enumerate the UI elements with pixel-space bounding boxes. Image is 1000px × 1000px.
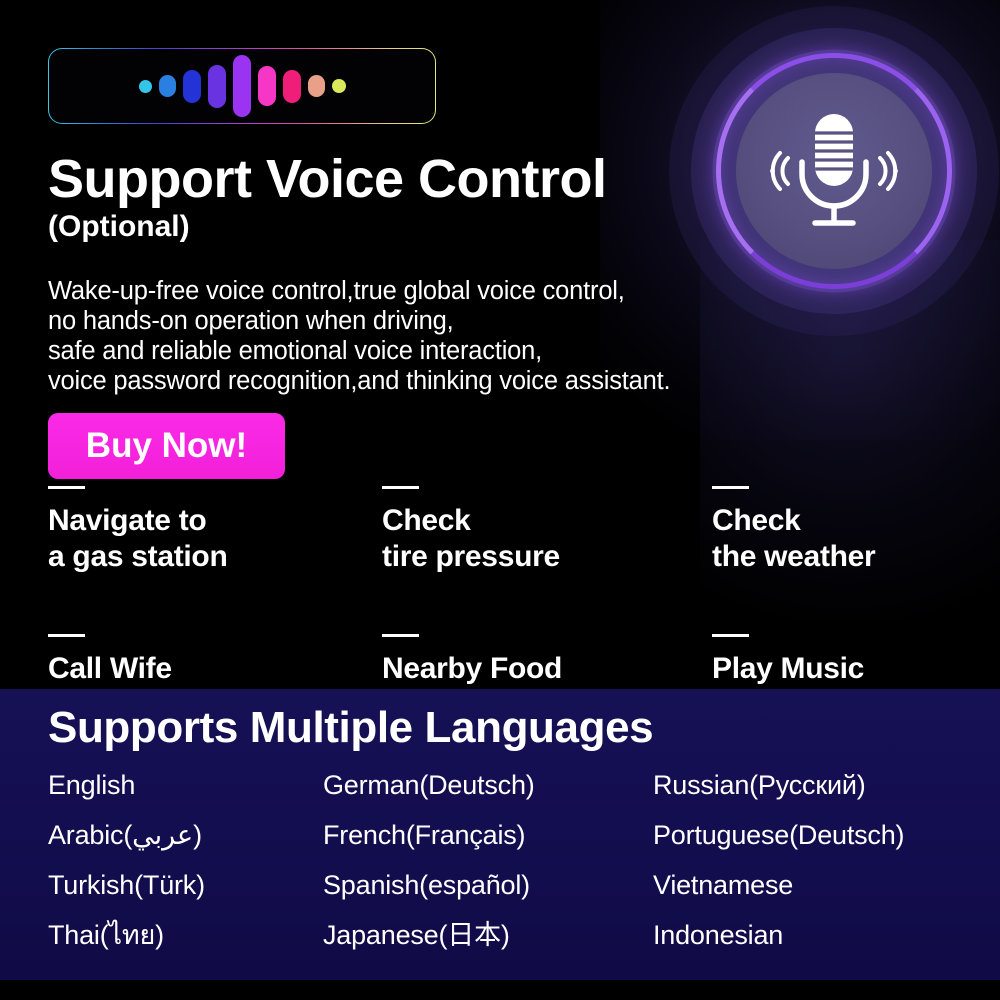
waveform-bar-2 (158, 75, 176, 97)
language-item: Japanese(日本) (323, 920, 510, 950)
waveform-bar-1 (138, 79, 152, 93)
microphone-icon (770, 114, 898, 226)
voice-command-item: Play Music (712, 634, 968, 687)
language-item: Russian(Русский) (653, 770, 866, 800)
language-item: German(Deutsch) (323, 770, 535, 800)
language-item: English (48, 770, 136, 800)
voice-command-item: Nearby Food (382, 634, 712, 687)
bottom-strip (0, 980, 1000, 1000)
command-label: Nearby Food (382, 652, 563, 685)
command-dash-marker (382, 486, 419, 489)
waveform-bar-9 (331, 79, 346, 93)
language-item: Arabic(عربي) (48, 820, 202, 850)
voice-command-item: Navigate to a gas station (48, 486, 382, 575)
waveform-bar-4 (207, 64, 226, 108)
command-dash-marker (382, 634, 419, 637)
command-dash-marker (712, 486, 749, 489)
voice-waveform-panel (48, 48, 436, 124)
waveform-bar-6 (257, 66, 276, 106)
voice-control-promo-page: Support Voice Control (Optional) Wake-up… (0, 0, 1000, 1000)
command-dash-marker (712, 634, 749, 637)
languages-grid: English German(Deutsch) Russian(Русский) Ar… (48, 769, 968, 951)
command-dash-marker (48, 634, 85, 637)
language-item: Turkish(Türk) (48, 870, 205, 900)
hero-description: Wake-up-free voice control,true global v… (48, 277, 671, 395)
voice-waveform-bars (49, 49, 435, 123)
language-item: Indonesian (653, 920, 784, 950)
languages-title: Supports Multiple Languages (48, 703, 654, 752)
mic-ring-outer-3 (691, 28, 977, 314)
command-label: Play Music (712, 652, 865, 685)
voice-command-item: Check the weather (712, 486, 968, 575)
voice-command-item: Call Wife (48, 634, 382, 687)
command-label: Check tire pressure (382, 504, 560, 573)
language-item: Portuguese(Deutsch) (653, 820, 905, 850)
command-label: Navigate to a gas station (48, 504, 228, 573)
mic-ring-accent (716, 53, 952, 289)
language-item: Spanish(español) (323, 870, 530, 900)
page-title: Support Voice Control (48, 149, 607, 209)
microphone-badge (648, 6, 1000, 336)
language-item: Thai(ไทย) (48, 920, 164, 950)
waveform-bar-8 (307, 75, 325, 97)
mic-ring-outer-4 (669, 6, 999, 336)
waveform-bar-7 (282, 69, 301, 103)
supported-languages-panel: Supports Multiple Languages English Germa… (0, 689, 1000, 980)
waveform-bar-5 (232, 55, 251, 117)
page-subtitle: (Optional) (48, 210, 190, 243)
command-label: Check the weather (712, 504, 876, 573)
language-item: French(Français) (323, 820, 526, 850)
command-label: Call Wife (48, 652, 172, 685)
mic-ring-outer-2 (712, 49, 956, 293)
voice-command-grid: Navigate to a gas station Check tire pres… (48, 486, 968, 687)
mic-ring-inner (736, 73, 932, 269)
buy-now-button[interactable]: Buy Now! (48, 413, 285, 479)
command-dash-marker (48, 486, 85, 489)
waveform-bar-3 (182, 69, 201, 103)
language-item: Vietnamese (653, 870, 794, 900)
voice-command-item: Check tire pressure (382, 486, 712, 575)
